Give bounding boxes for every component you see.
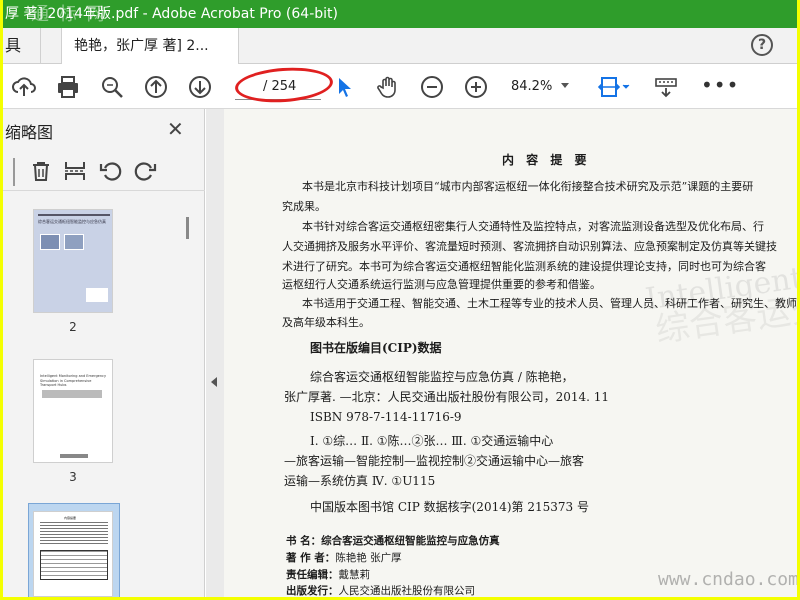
summary-line: 本书是北京市科技计划项目“城市内部客运枢纽一体化衔接整合技术研究及示范”课题的主… xyxy=(302,180,754,193)
thumbnail-label: 2 xyxy=(69,320,77,334)
delete-icon[interactable] xyxy=(29,159,53,183)
thumb-english-title: Intelligent Monitoring and Emergency Sim… xyxy=(40,374,107,387)
zoom-in-icon[interactable] xyxy=(463,74,489,100)
thumbnail-page-2[interactable]: 综合客运交通枢纽智能监控与应急仿真 xyxy=(33,209,113,313)
fit-width-icon[interactable] xyxy=(597,74,633,100)
thumb-cover-photo xyxy=(64,234,84,250)
acrobat-window: 厚 著] 2014年版.pdf - Adobe Acrobat Pro (64-… xyxy=(3,0,797,597)
thumb-publisher xyxy=(60,454,88,458)
credit-value: 戴慧莉 xyxy=(338,569,371,581)
credit-key: 书 名： xyxy=(286,535,322,547)
cip-line: ISBN 978-7-114-11716-9 xyxy=(310,410,462,424)
thumbnail-toolbar xyxy=(3,153,205,191)
credit-value: 陈艳艳 张广厚 xyxy=(335,552,402,564)
divider xyxy=(13,158,15,186)
cip-title: 图书在版编目(CIP)数据 xyxy=(310,341,442,355)
thumbnail-label: 3 xyxy=(69,470,77,484)
thumb-cip-box xyxy=(40,550,108,580)
credit-key: 责任编辑： xyxy=(286,569,339,581)
document-viewport[interactable]: Intelligent Monitoring 综合客运交通枢纽 内 容 提 要 … xyxy=(224,109,797,597)
zoom-search-icon[interactable] xyxy=(99,74,125,100)
scrollbar-handle[interactable] xyxy=(186,217,189,239)
page-up-icon[interactable] xyxy=(143,74,169,100)
panel-collapse-handle[interactable] xyxy=(206,109,224,597)
zoom-out-icon[interactable] xyxy=(419,74,445,100)
credit-line: 书 名：综合客运交通枢纽智能监控与应急仿真 xyxy=(286,533,500,550)
credit-line: 出版发行：人民交通出版社股份有限公司 xyxy=(286,583,475,597)
chevron-left-icon[interactable] xyxy=(211,377,217,387)
summary-title: 内 容 提 要 xyxy=(502,153,591,167)
hand-icon[interactable] xyxy=(375,74,401,100)
summary-line: 本书针对综合客运交通枢纽密集行人交通特性及监控特点，对客流监测设备选型及优化布局… xyxy=(302,220,764,233)
cip-line: Ⅰ. ①综… Ⅱ. ①陈…②张… Ⅲ. ①交通运输中心 xyxy=(310,434,554,448)
document-page: Intelligent Monitoring 综合客运交通枢纽 内 容 提 要 … xyxy=(224,109,797,597)
thumb-cover-line xyxy=(38,214,110,216)
summary-line: 本书适用于交通工程、智能交通、土木工程等专业的技术人员、管理人员、科研工作者、研… xyxy=(302,297,797,310)
extract-pages-icon[interactable] xyxy=(63,159,87,183)
cip-line: 运输—系统仿真 Ⅳ. ①U115 xyxy=(284,474,436,488)
help-icon[interactable]: ? xyxy=(751,34,773,56)
upload-icon[interactable] xyxy=(11,74,37,100)
page-down-icon[interactable] xyxy=(187,74,213,100)
close-icon[interactable]: ✕ xyxy=(167,117,184,141)
summary-line: 及高年级本科生。 xyxy=(282,316,370,329)
rotate-right-icon[interactable] xyxy=(133,159,157,183)
summary-line: 人交通拥挤及服务水平评价、客流量短时预测、客流拥挤自动识别算法、应急预案制定及仿… xyxy=(282,240,777,253)
site-watermark: 通 标 网 xyxy=(31,4,107,25)
summary-line: 运枢纽行人交通系统运行监测与应急管理提供重要的参考和借鉴。 xyxy=(282,278,601,291)
credit-key: 著 作 者： xyxy=(286,552,336,564)
credit-line: 责任编辑：戴慧莉 xyxy=(286,567,370,584)
cip-line: 中国版本图书馆 CIP 数据核字(2014)第 215373 号 xyxy=(310,500,589,514)
thumbnails-panel: 缩略图 ✕ 综合客运交通枢纽智能监控与应急仿真 2 Intelligent Mo… xyxy=(3,109,205,597)
thumbnail-page-3[interactable]: Intelligent Monitoring and Emergency Sim… xyxy=(33,359,113,463)
zoom-level: 84.2% xyxy=(511,79,553,94)
more-icon[interactable]: ••• xyxy=(701,74,738,100)
toolbar-more-icon[interactable] xyxy=(653,74,679,100)
rotate-left-icon[interactable] xyxy=(99,159,123,183)
thumbnail-page-4[interactable]: 内容提要 xyxy=(33,511,113,597)
thumb-title-block xyxy=(42,390,102,398)
summary-line: 究成果。 xyxy=(282,200,326,213)
thumbnail-scrollbar[interactable] xyxy=(181,201,195,597)
credit-line: 著 作 者：陈艳艳 张广厚 xyxy=(286,550,402,567)
select-pointer-icon[interactable] xyxy=(331,74,357,100)
cip-line: 综合客运交通枢纽智能监控与应急仿真 / 陈艳艳， xyxy=(310,370,574,384)
tab-tools[interactable]: 具 xyxy=(3,28,41,64)
credit-value: 综合客运交通枢纽智能监控与应急仿真 xyxy=(321,535,500,547)
thumb-barcode xyxy=(86,288,108,302)
print-icon[interactable] xyxy=(55,74,81,100)
cip-line: 张广厚著. —北京：人民交通出版社股份有限公司，2014. 11 xyxy=(284,390,610,404)
thumb-summary-title: 内容提要 xyxy=(64,516,77,520)
main-toolbar: / 254 84.2% ••• xyxy=(3,64,797,109)
thumb-cover-photo xyxy=(40,234,60,250)
tab-bar: 具 艳艳，张广厚 著] 2... ? xyxy=(3,28,797,65)
thumb-cover-title: 综合客运交通枢纽智能监控与应急仿真 xyxy=(38,219,106,224)
title-bar: 厚 著] 2014年版.pdf - Adobe Acrobat Pro (64-… xyxy=(3,0,797,28)
summary-line: 术进行了研究。本书可为综合客运交通枢纽智能化监测系统的建设提供理论支持，同时也可… xyxy=(282,260,766,273)
thumbnails-title: 缩略图 xyxy=(5,123,54,142)
credit-key: 出版发行： xyxy=(286,585,339,597)
thumb-text-lines xyxy=(40,522,108,544)
credit-value: 人民交通出版社股份有限公司 xyxy=(338,585,476,597)
chevron-down-icon[interactable] xyxy=(561,83,569,88)
tab-document[interactable]: 艳艳，张广厚 著] 2... xyxy=(61,28,239,65)
cip-line: —旅客运输—智能控制—监视控制②交通运输中心—旅客 xyxy=(284,454,585,468)
site-watermark-bottom: www.cndao.com xyxy=(658,569,797,590)
